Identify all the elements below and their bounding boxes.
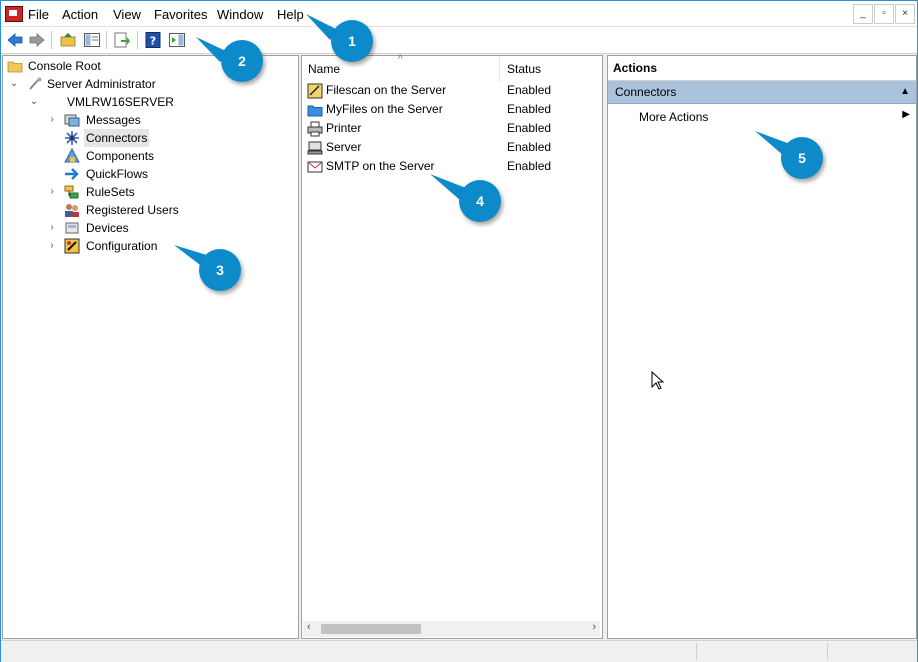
chevron-right-icon[interactable]: › [47, 219, 57, 237]
column-header-name[interactable]: Name [308, 56, 500, 82]
printer-icon [307, 121, 323, 137]
menu-file[interactable]: File [28, 7, 49, 22]
callout-1: 1 [331, 20, 373, 62]
chevron-right-icon[interactable]: › [47, 183, 57, 201]
tree-label: Configuration [86, 239, 158, 253]
list-item-name: Server [326, 140, 362, 154]
mmc-window: File Action View Favorites Window Help _… [0, 0, 918, 662]
tree-label-selected: Connectors [84, 129, 150, 147]
list-item-name: Filescan on the Server [326, 83, 447, 97]
menu-view[interactable]: View [113, 7, 141, 22]
folder-icon [307, 105, 323, 117]
filescan-icon [307, 83, 323, 99]
sort-ascending-icon: ^ [398, 54, 403, 65]
tree-label: QuickFlows [86, 167, 149, 181]
chevron-down-icon[interactable]: ⌄ [9, 75, 19, 93]
tree-label: Console Root [28, 59, 101, 73]
menu-favorites[interactable]: Favorites [154, 7, 207, 22]
actions-pane: Actions Connectors ▲ More Actions ▶ [607, 55, 917, 639]
show-hide-tree-icon[interactable] [83, 31, 101, 49]
minimize-button[interactable]: _ [853, 4, 873, 24]
tree-label: Messages [86, 113, 141, 127]
action-item-label: More Actions [639, 110, 709, 124]
help-icon[interactable]: ? [144, 31, 162, 49]
tree-label: Components [86, 149, 155, 163]
action-item-more-actions[interactable]: More Actions [639, 108, 708, 126]
list-item-status: Enabled [507, 102, 552, 116]
up-folder-icon[interactable] [59, 31, 77, 49]
scrollbar-thumb[interactable] [321, 624, 421, 634]
list-item-status: Enabled [507, 140, 552, 154]
tree-label: Server Administrator [47, 77, 156, 91]
column-header-status[interactable]: Status [507, 56, 601, 82]
components-icon [64, 148, 80, 163]
users-icon [65, 204, 79, 217]
tree-label: RuleSets [86, 185, 135, 199]
list-item-name: SMTP on the Server [326, 159, 435, 173]
devices-icon [65, 222, 79, 234]
submenu-arrow-icon: ▶ [902, 109, 910, 120]
list-item-name: Printer [326, 121, 362, 135]
callout-2: 2 [221, 40, 263, 82]
server-icon [307, 141, 323, 155]
smtp-envelope-icon [307, 161, 323, 173]
window-buttons: _ ▫ × [852, 4, 915, 24]
actions-title: Actions [608, 56, 916, 81]
menubar: File Action View Favorites Window Help _… [1, 1, 917, 26]
app-icon[interactable] [5, 6, 23, 22]
scroll-left-icon[interactable]: ‹ [307, 621, 311, 633]
forward-arrow-icon[interactable] [28, 31, 46, 49]
list-item-name: MyFiles on the Server [326, 102, 443, 116]
chevron-down-icon[interactable]: ⌄ [29, 93, 39, 111]
actions-title-label: Actions [613, 61, 658, 75]
export-list-icon[interactable] [113, 31, 131, 49]
menu-action[interactable]: Action [62, 7, 98, 22]
toolbar: ? [1, 26, 917, 54]
chevron-right-icon[interactable]: › [47, 237, 57, 255]
status-bar [1, 640, 917, 662]
console-tree-pane: Console Root ⌄ Server Administrator ⌄ VM… [2, 55, 299, 639]
column-header-label: Status [507, 62, 542, 76]
show-hide-action-pane-icon[interactable] [168, 31, 186, 49]
callout-3: 3 [199, 249, 241, 291]
toolbar-separator [51, 31, 52, 49]
actions-section-label: Connectors [615, 85, 677, 99]
list-item-status: Enabled [507, 121, 552, 135]
close-button[interactable]: × [895, 4, 915, 24]
back-arrow-icon[interactable] [6, 31, 24, 49]
column-header-label: Name [308, 62, 341, 76]
menu-help[interactable]: Help [277, 7, 304, 22]
messages-icon [64, 114, 80, 127]
tree-label: Registered Users [86, 203, 179, 217]
restore-button[interactable]: ▫ [874, 4, 894, 24]
mouse-cursor-icon [651, 371, 665, 390]
rulesets-icon [64, 185, 79, 199]
list-item-status: Enabled [507, 83, 552, 97]
collapse-up-icon[interactable]: ▲ [900, 81, 910, 103]
actions-section-connectors[interactable]: Connectors ▲ [608, 81, 916, 104]
status-segment [827, 643, 916, 660]
toolbar-separator [106, 31, 107, 49]
callout-4: 4 [459, 180, 501, 222]
tree-label: Devices [86, 221, 129, 235]
horizontal-scrollbar[interactable]: ‹ › [303, 621, 600, 637]
tree-label: VMLRW16SERVER [67, 95, 174, 109]
svg-text:?: ? [150, 35, 156, 48]
callout-5: 5 [781, 137, 823, 179]
status-segment [696, 643, 827, 660]
configuration-icon [64, 238, 80, 254]
menu-window[interactable]: Window [217, 7, 263, 22]
results-list-pane: Name ^ Status Filescan on the Server Ena… [301, 54, 603, 639]
server-administrator-icon [29, 77, 42, 90]
quickflows-arrow-icon [65, 168, 79, 180]
connectors-icon [65, 131, 79, 145]
toolbar-separator [137, 31, 138, 49]
chevron-right-icon[interactable]: › [47, 111, 57, 129]
folder-icon [7, 61, 23, 73]
list-item-status: Enabled [507, 159, 552, 173]
scroll-right-icon[interactable]: › [592, 621, 596, 633]
